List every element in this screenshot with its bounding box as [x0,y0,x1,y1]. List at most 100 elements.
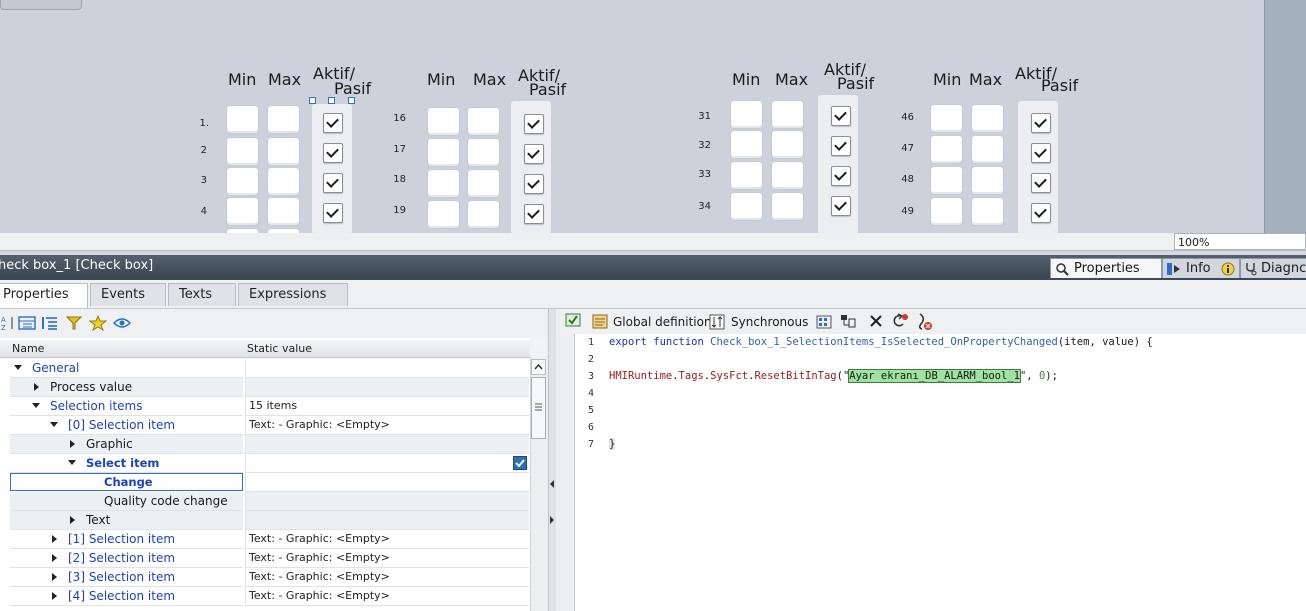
expand-icon[interactable] [52,592,57,600]
script-checkbox-icon[interactable] [513,456,527,470]
min-input[interactable] [226,167,259,196]
subtab-events[interactable]: Events [90,283,166,306]
grid-row-selection-items[interactable]: Selection items 15 items [0,397,529,416]
sort-az-icon[interactable]: AZ [1,315,15,331]
aktif-checkbox[interactable] [831,166,851,186]
tab-diagnostics[interactable]: Diagnc [1240,258,1306,280]
max-input[interactable] [971,104,1004,133]
expand-icon[interactable] [52,535,57,543]
aktif-checkbox[interactable] [1031,203,1051,223]
global-definition-icon[interactable] [592,314,608,330]
grid-row-selection-item-3[interactable]: [3] Selection item Text: - Graphic: <Emp… [0,568,529,587]
aktif-checkbox[interactable] [831,196,851,216]
scroll-up-button[interactable] [531,359,546,375]
selection-handle[interactable] [309,97,316,104]
group-icon[interactable] [18,316,36,330]
min-input[interactable] [226,105,259,134]
max-input[interactable] [267,167,300,196]
min-input[interactable] [427,169,460,198]
min-input[interactable] [427,138,460,167]
scroll-thumb[interactable] [531,377,546,439]
aktif-checkbox[interactable] [831,106,851,126]
subtab-expressions[interactable]: Expressions [238,283,348,306]
subtab-texts[interactable]: Texts [168,283,236,306]
grid-row-graphic[interactable]: Graphic [0,435,529,454]
collapse-left-icon[interactable] [549,479,555,489]
snippets-icon[interactable] [816,314,832,330]
grid-row-select-item[interactable]: Select item [0,454,529,473]
max-input[interactable] [267,228,300,233]
selection-handle[interactable] [348,97,355,104]
min-input[interactable] [730,192,763,221]
grid-row-quality-code-change[interactable]: Quality code change [0,492,529,511]
max-input[interactable] [771,130,804,159]
collapse-icon[interactable] [14,365,22,370]
tab-properties-inspector[interactable]: Properties [1050,258,1162,280]
grid-row-selection-item-4[interactable]: [4] Selection item Text: - Graphic: <Emp… [0,587,529,606]
grid-row-process-value[interactable]: Process value [0,378,529,397]
zoom-field[interactable]: 100% [1174,233,1306,250]
subtab-properties[interactable]: Properties [0,283,88,308]
aktif-checkbox[interactable] [1031,113,1051,133]
tag-string-highlight[interactable]: Ayar ekranı_DB_ALARM_bool_1 [848,369,1021,383]
tab-info[interactable]: Info [1162,258,1240,280]
aktif-checkbox[interactable] [323,143,343,163]
aktif-checkbox[interactable] [323,203,343,223]
min-input[interactable] [930,166,963,195]
grid-row-change[interactable]: Change [0,473,529,492]
max-input[interactable] [467,169,500,198]
col-name[interactable]: Name [12,342,44,355]
global-definition-label[interactable]: Global definition [613,315,712,329]
max-input[interactable] [971,166,1004,195]
screen-canvas[interactable]: Min Max Aktif/ Pasif Min Max Aktif/ Pasi… [0,0,1264,233]
filter-icon[interactable] [66,315,82,331]
min-input[interactable] [930,104,963,133]
min-input[interactable] [226,197,259,226]
max-input[interactable] [467,200,500,229]
favorites-star-icon[interactable] [89,315,107,331]
max-input[interactable] [771,100,804,129]
min-input[interactable] [930,135,963,164]
eye-icon[interactable] [113,317,131,329]
remove-link-icon[interactable] [916,312,934,332]
min-input[interactable] [226,137,259,166]
list-view-icon[interactable] [41,315,59,331]
max-input[interactable] [771,192,804,221]
max-input[interactable] [267,105,300,134]
expand-icon[interactable] [34,383,39,391]
expand-icon[interactable] [70,516,75,524]
synchronous-icon[interactable] [709,314,725,330]
min-input[interactable] [730,161,763,190]
aktif-checkbox[interactable] [1031,173,1051,193]
expand-icon[interactable] [52,554,57,562]
max-input[interactable] [971,135,1004,164]
col-static-value[interactable]: Static value [247,342,312,355]
min-input[interactable] [226,228,259,233]
aktif-checkbox[interactable] [323,113,343,133]
grid-row-selection-item-0[interactable]: [0] Selection item Text: - Graphic: <Emp… [0,416,529,435]
max-input[interactable] [467,107,500,136]
max-input[interactable] [467,138,500,167]
collapse-icon[interactable] [68,460,76,465]
max-input[interactable] [267,197,300,226]
collapse-icon[interactable] [32,403,40,408]
object-browser-icon[interactable] [839,313,857,329]
expand-right-icon[interactable] [549,515,555,525]
min-input[interactable] [427,107,460,136]
max-input[interactable] [971,197,1004,226]
grid-row-selection-item-2[interactable]: [2] Selection item Text: - Graphic: <Emp… [0,549,529,568]
aktif-checkbox[interactable] [323,173,343,193]
grid-row-text[interactable]: Text [0,511,529,530]
aktif-checkbox[interactable] [524,114,544,134]
min-input[interactable] [930,197,963,226]
synchronous-label[interactable]: Synchronous [731,315,808,329]
expand-icon[interactable] [70,440,75,448]
grid-row-general[interactable]: General [0,359,529,378]
aktif-checkbox[interactable] [524,204,544,224]
undo-icon[interactable] [891,312,909,330]
aktif-checkbox[interactable] [1031,143,1051,163]
max-input[interactable] [771,161,804,190]
grid-row-selection-item-1[interactable]: [1] Selection item Text: - Graphic: <Emp… [0,530,529,549]
aktif-checkbox[interactable] [831,136,851,156]
expand-icon[interactable] [52,573,57,581]
